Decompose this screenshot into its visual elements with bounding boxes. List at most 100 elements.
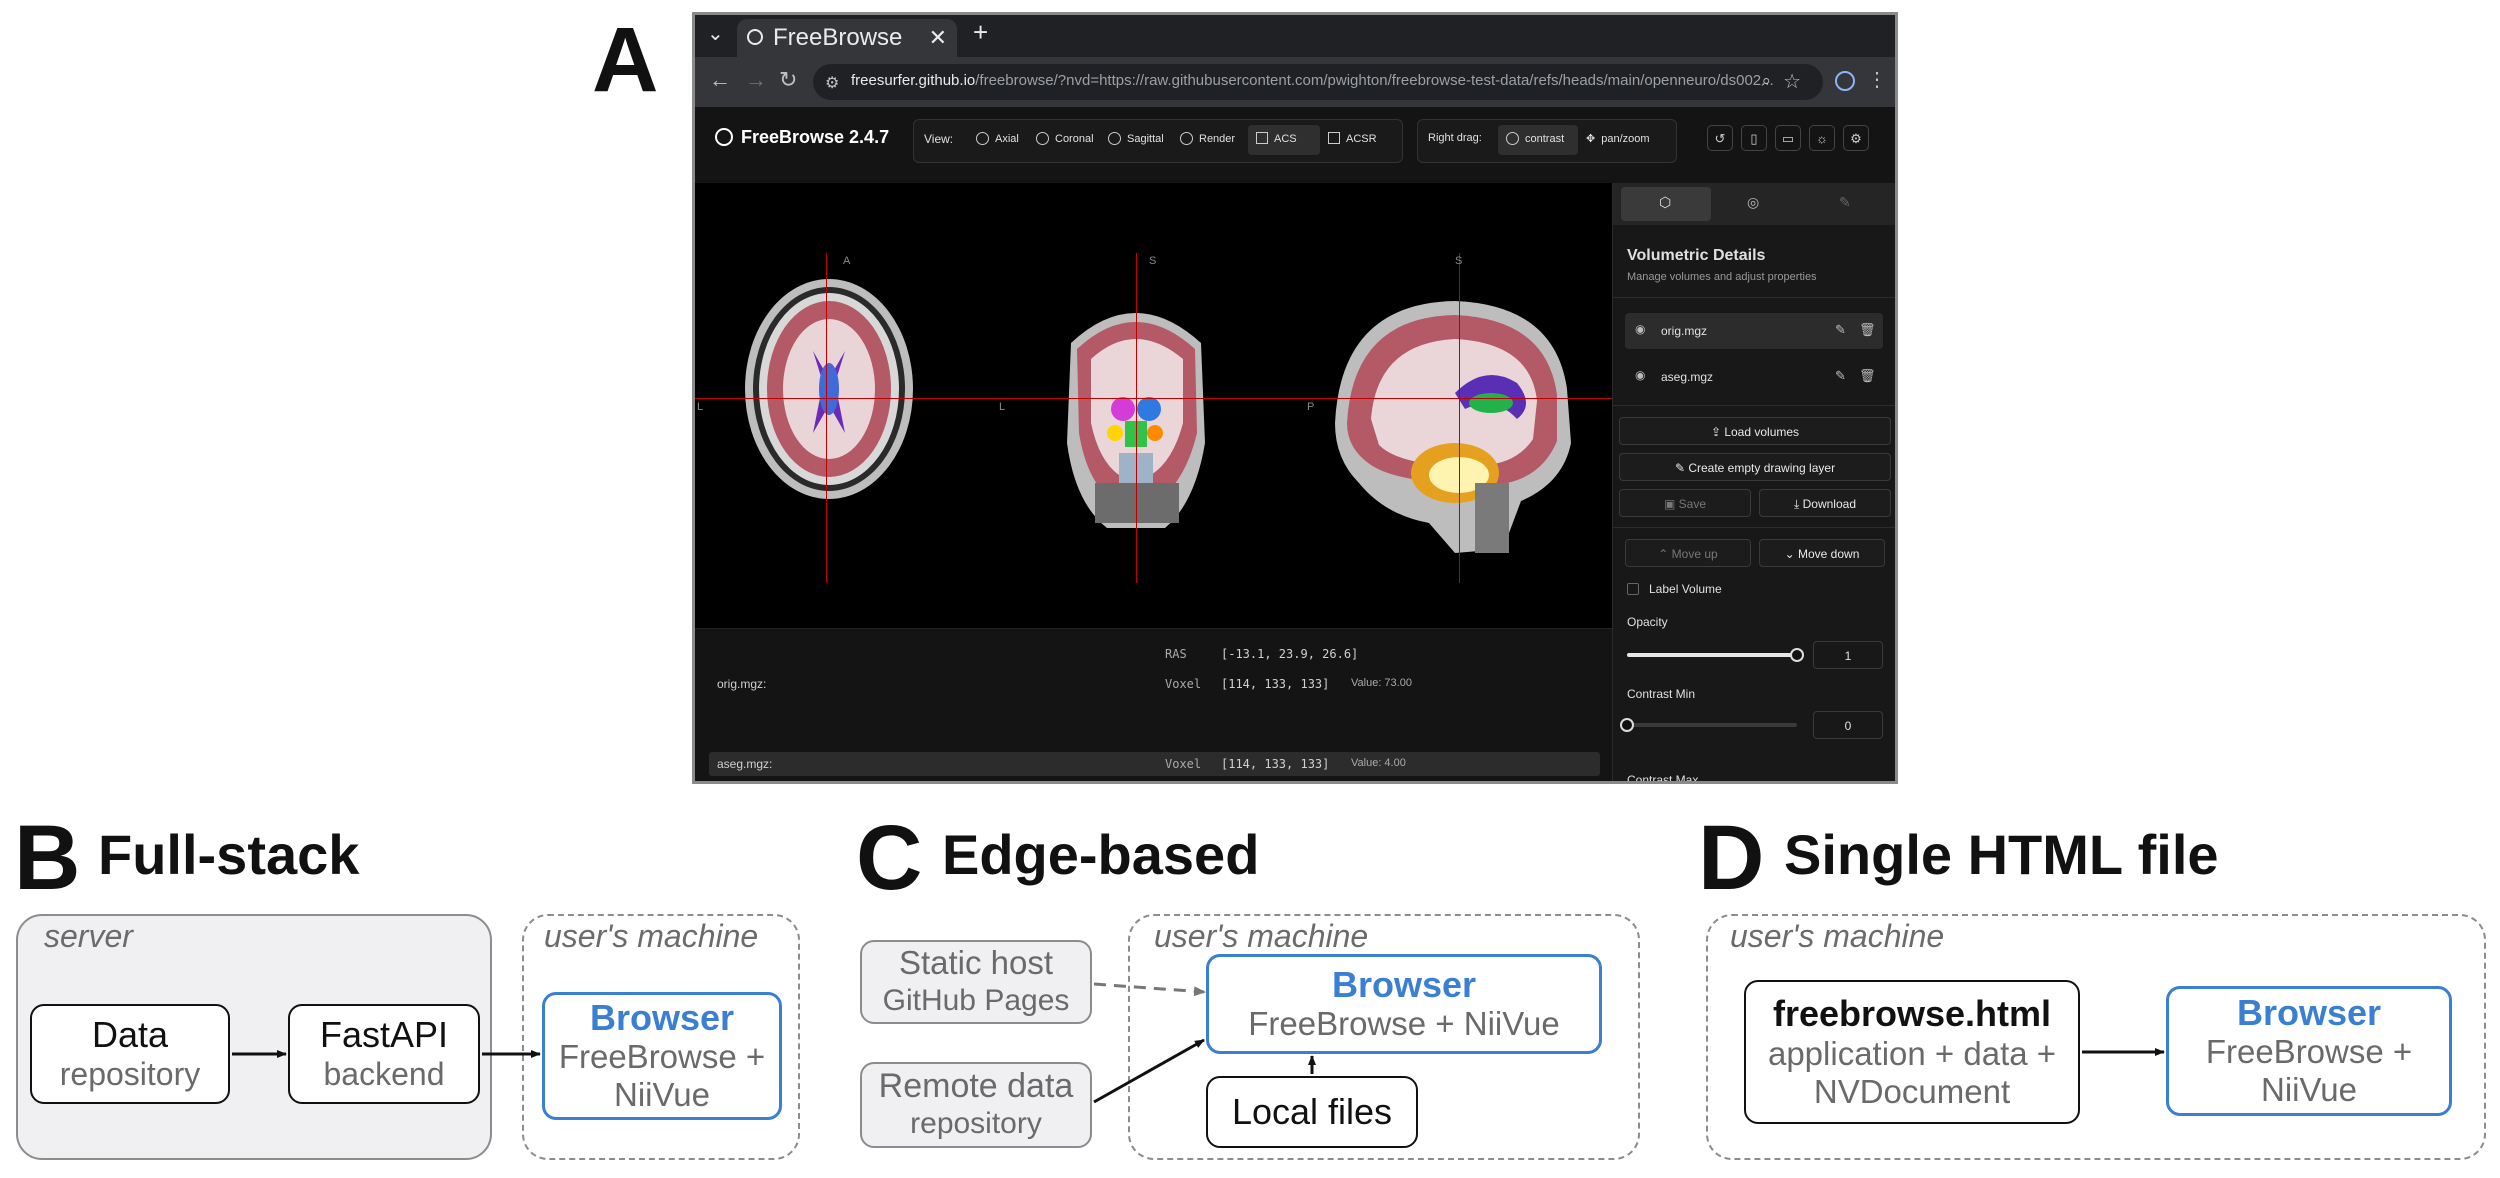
bookmark-star-icon[interactable]: ☆ — [1783, 69, 1801, 94]
voxel-value: [114, 133, 133] — [1221, 757, 1330, 771]
browser-node: Browser FreeBrowse + NiiVue — [1206, 954, 1602, 1054]
profile-icon[interactable] — [1835, 71, 1855, 91]
crosshair-axial-vertical — [826, 253, 827, 583]
theme-sun-icon[interactable]: ☼ — [1809, 125, 1835, 151]
node-title: Remote data — [878, 1067, 1074, 1105]
panel-c-title: Edge-based — [942, 823, 1260, 886]
remote-data-repository-node: Remote data repository — [860, 1062, 1092, 1148]
node-subtitle: NiiVue — [614, 1076, 710, 1113]
toggle-panel-icon[interactable]: ▭ — [1775, 125, 1801, 151]
contrast-min-label: Contrast Min — [1627, 687, 1696, 701]
save-icon: ▣ — [1663, 497, 1679, 511]
panel-d-title: Single HTML file — [1784, 823, 2219, 886]
contrast-min-slider-track[interactable] — [1620, 718, 1797, 732]
info-row-selected[interactable] — [709, 752, 1600, 776]
freebrowse-html-node: freebrowse.html application + data + NVD… — [1744, 980, 2080, 1124]
create-drawing-layer-button[interactable]: ✎ Create empty drawing layer — [1619, 453, 1891, 481]
intensity-value: Value: 4.00 — [1351, 757, 1406, 769]
info-row-file: aseg.mgz: — [717, 757, 773, 771]
toggle-sidebar-icon[interactable]: ▯ — [1741, 125, 1767, 151]
view-label: View: — [924, 132, 954, 146]
view-sagittal[interactable]: Sagittal — [1108, 132, 1164, 145]
user-machine-label: user's machine — [1154, 918, 1369, 954]
coronal-icon — [1036, 132, 1049, 145]
pencil-tab-icon[interactable]: ✎ — [1839, 194, 1851, 211]
user-machine-label: user's machine — [544, 918, 759, 954]
opacity-slider-knob[interactable] — [1790, 648, 1804, 662]
cube-icon[interactable]: ⬡ — [1659, 194, 1671, 211]
load-volumes-button[interactable]: ⇪ Load volumes — [1619, 417, 1891, 445]
view-axial[interactable]: Axial — [976, 132, 1019, 145]
reset-icon[interactable]: ↺ — [1707, 125, 1733, 151]
node-subtitle: GitHub Pages — [882, 984, 1070, 1017]
orient-label-a: A — [843, 255, 851, 267]
chevron-down-icon: ⌄ — [1784, 547, 1798, 561]
view-acsr[interactable]: ACSR — [1328, 132, 1377, 145]
app-toolbar: FreeBrowse 2.4.7 View: Axial Coronal Sag… — [695, 107, 1895, 183]
opacity-input[interactable]: 1 — [1813, 641, 1883, 669]
crosshair-horizontal — [695, 398, 1612, 399]
browser-tab[interactable]: FreeBrowse ✕ — [737, 19, 957, 57]
node-subtitle: repository — [910, 1107, 1042, 1140]
divider — [1613, 527, 1895, 528]
node-subtitle: backend — [323, 1056, 445, 1092]
view-coronal[interactable]: Coronal — [1036, 132, 1094, 145]
edit-icon[interactable]: ✎ — [1835, 322, 1846, 338]
new-tab-icon[interactable]: + — [973, 17, 988, 48]
node-title: Browser — [1331, 964, 1477, 1005]
site-icon — [747, 29, 763, 45]
orient-label-p: P — [1307, 401, 1315, 413]
orient-label-s1: S — [1149, 255, 1157, 267]
zoom-icon[interactable]: ⌕ — [1761, 71, 1771, 91]
label-volume-checkbox[interactable] — [1627, 583, 1639, 595]
acsr-icon — [1328, 132, 1340, 144]
forward-arrow-icon[interactable]: → — [745, 67, 767, 93]
contrast-min-input[interactable]: 0 — [1813, 711, 1883, 739]
tab-title: FreeBrowse — [773, 24, 903, 51]
ras-value: [-13.1, 23.9, 26.6] — [1221, 647, 1359, 661]
freebrowse-logo-icon — [715, 128, 733, 146]
settings-gear-icon[interactable]: ⚙ — [1843, 125, 1869, 151]
axial-icon — [976, 132, 989, 145]
reload-icon[interactable]: ↻ — [779, 67, 797, 93]
trash-icon[interactable]: 🗑 — [1859, 368, 1876, 384]
site-settings-icon[interactable]: ⚙ — [825, 73, 839, 93]
download-button[interactable]: ⤓ Download — [1759, 489, 1891, 517]
sagittal-slice — [1335, 301, 1571, 553]
save-button[interactable]: ▣ Save — [1619, 489, 1751, 517]
view-acs[interactable]: ACS — [1256, 132, 1297, 145]
node-subtitle: repository — [59, 1056, 201, 1092]
download-icon: ⤓ — [1793, 497, 1803, 511]
node-title: Data — [91, 1014, 169, 1055]
upload-icon: ⇪ — [1710, 425, 1725, 439]
trash-icon[interactable]: 🗑 — [1859, 322, 1876, 338]
tab-list-chevron-icon[interactable]: ⌄ — [707, 21, 724, 46]
sidebar-tabs: ⬡ ◎ ✎ — [1613, 183, 1895, 225]
move-up-button[interactable]: ⌃ Move up — [1625, 539, 1751, 567]
panel-d-letter: D — [1698, 807, 1765, 909]
address-bar[interactable]: ⚙ freesurfer.github.io/freebrowse/?nvd=h… — [813, 64, 1823, 100]
eye-icon[interactable]: ◉ — [1635, 322, 1645, 336]
right-drag-pan-zoom[interactable]: ✥ pan/zoom — [1586, 132, 1650, 145]
volume-item-aseg[interactable]: ◉ aseg.mgz ✎ 🗑 — [1625, 359, 1883, 395]
user-machine-label: user's machine — [1730, 918, 1945, 954]
opacity-slider-track[interactable] — [1627, 648, 1804, 662]
volume-name: aseg.mgz — [1661, 370, 1714, 384]
back-arrow-icon[interactable]: ← — [709, 67, 731, 93]
eye-icon[interactable]: ◉ — [1635, 368, 1645, 382]
volume-item-orig[interactable]: ◉ orig.mgz ✎ 🗑 — [1625, 313, 1883, 349]
browser-menu-icon[interactable]: ⋮ — [1867, 67, 1887, 92]
right-drag-contrast[interactable]: contrast — [1506, 132, 1564, 145]
move-down-button[interactable]: ⌄ Move down — [1759, 539, 1885, 567]
edit-icon[interactable]: ✎ — [1835, 368, 1846, 384]
contrast-min-slider-knob[interactable] — [1620, 718, 1634, 732]
divider — [1613, 405, 1895, 406]
server-label: server — [44, 918, 133, 954]
browser-node: Browser FreeBrowse + NiiVue — [2166, 986, 2452, 1116]
node-title: Local files — [1231, 1091, 1393, 1132]
image-viewer[interactable]: A S S L L P — [695, 183, 1612, 628]
view-render[interactable]: Render — [1180, 132, 1235, 145]
close-tab-icon[interactable]: ✕ — [929, 19, 947, 57]
node-title: Browser — [2236, 992, 2382, 1033]
brain-tab-icon[interactable]: ◎ — [1747, 194, 1759, 211]
